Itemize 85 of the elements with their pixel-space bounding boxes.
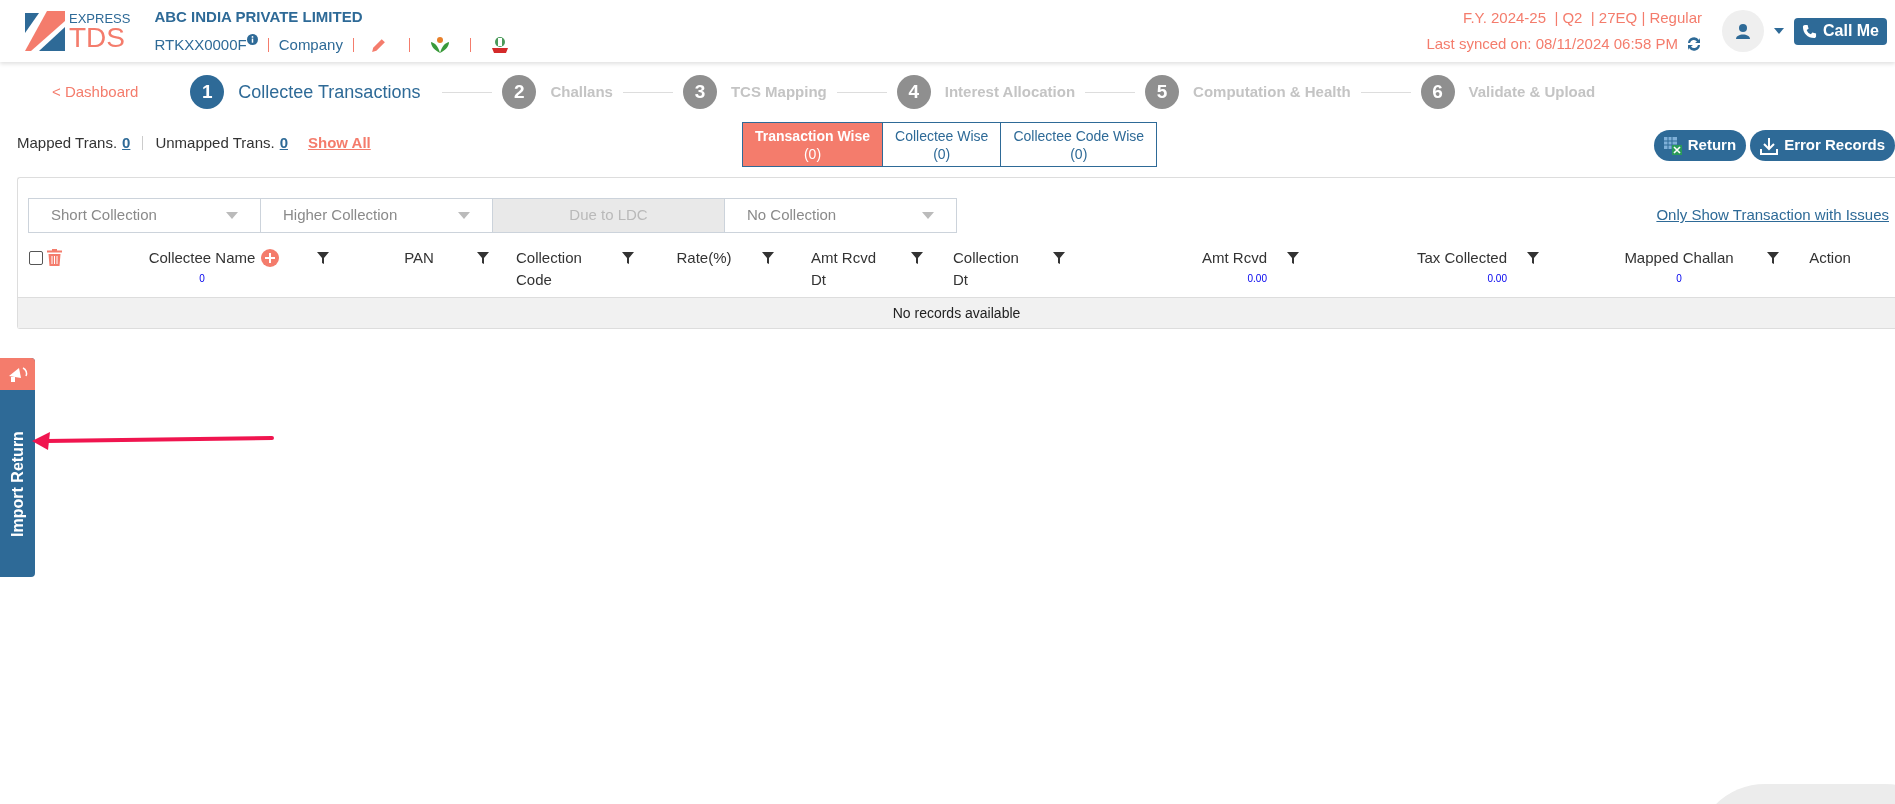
filter-icon[interactable]: [1053, 252, 1065, 264]
step-label: Challans: [550, 81, 613, 102]
return-info: F.Y. 2024-25 | Q2 | 27EQ | Regular: [1462, 8, 1702, 28]
dashboard-link[interactable]: < Dashboard: [52, 80, 139, 104]
step-label: Validate & Upload: [1468, 81, 1596, 102]
logo-text: EXPRESS: [69, 11, 131, 25]
logo-mark-icon: [25, 11, 65, 51]
excel-icon: [1663, 136, 1682, 155]
caret-icon: [458, 212, 470, 219]
error-records-button[interactable]: Error Records: [1750, 130, 1895, 161]
step-tab[interactable]: 6 Validate & Upload: [1420, 75, 1596, 109]
column-total: 0: [1676, 272, 1682, 286]
filter-icon[interactable]: [911, 252, 923, 264]
view-tab[interactable]: Collectee Code Wise (0): [1001, 122, 1158, 167]
issues-filter-link[interactable]: Only Show Transaction with Issues: [1656, 204, 1889, 227]
show-all-link[interactable]: Show All: [308, 132, 371, 155]
column-header: Mapped Challan: [1624, 248, 1734, 268]
pencil-icon[interactable]: [369, 36, 387, 54]
empty-message: No records available: [892, 303, 1021, 323]
unmapped-label: Unmapped Trans.: [155, 133, 275, 153]
filter-icon[interactable]: [622, 252, 634, 264]
caret-icon: [922, 212, 934, 219]
column-header: Tax Collected: [1416, 248, 1507, 268]
call-me-button[interactable]: Call Me: [1794, 17, 1887, 45]
step-number: 4: [896, 75, 931, 109]
filter-icon[interactable]: [477, 252, 489, 264]
step-number: 5: [1145, 75, 1180, 109]
step-number: 2: [502, 75, 537, 109]
logo[interactable]: EXPRESS TDS: [25, 11, 131, 51]
unmapped-count-link[interactable]: 0: [279, 132, 288, 155]
select-all-checkbox[interactable]: [29, 250, 43, 265]
column-header: Amt Rcvd Dt: [811, 248, 877, 290]
step-tab[interactable]: 3 TCS Mapping: [682, 75, 827, 109]
step-label: Interest Allocation: [944, 81, 1076, 102]
user-avatar[interactable]: [1722, 10, 1764, 52]
filter-dropdown[interactable]: Short Collection: [28, 198, 261, 233]
leaf-logo-icon[interactable]: [429, 36, 450, 55]
phone-icon: [1802, 23, 1817, 39]
column-header: PAN: [404, 248, 434, 268]
filter-icon[interactable]: [1287, 252, 1299, 264]
last-synced-text: Last synced on: 08/11/2024 06:58 PM: [1426, 33, 1678, 54]
company-name: ABC INDIA PRIVATE LIMITED: [154, 6, 364, 27]
filter-dropdown[interactable]: No Collection: [724, 198, 957, 233]
step-tab[interactable]: 4 Interest Allocation: [896, 75, 1076, 109]
column-header: Collection Code: [516, 248, 583, 290]
column-header: Rate(%): [676, 248, 732, 268]
step-label: TCS Mapping: [730, 81, 827, 102]
column-header: Collectee Name: [148, 248, 256, 268]
step-tab[interactable]: 5 Computation & Health: [1145, 75, 1351, 109]
filter-dropdown[interactable]: Higher Collection: [260, 198, 493, 233]
tan-number: RTKXX0000F: [154, 35, 247, 55]
entity-type: Company: [278, 35, 343, 55]
logo-text: TDS: [69, 24, 125, 51]
column-header: Action: [1809, 248, 1851, 268]
step-number: 6: [1420, 75, 1455, 109]
caret-icon: [226, 212, 238, 219]
filter-icon[interactable]: [762, 252, 774, 264]
add-icon[interactable]: [261, 249, 280, 267]
mapped-count-link[interactable]: 0: [122, 132, 131, 155]
return-button[interactable]: Return: [1653, 130, 1747, 161]
import-return-tab[interactable]: Import Return: [0, 358, 35, 577]
column-total: 0: [199, 272, 206, 286]
info-icon[interactable]: [246, 34, 258, 45]
emblem-icon[interactable]: [490, 36, 509, 55]
column-total: 0.00: [1487, 272, 1507, 286]
step-label: Computation & Health: [1193, 81, 1351, 102]
download-icon: [1760, 136, 1779, 155]
filter-icon[interactable]: [317, 252, 329, 264]
step-tab[interactable]: 2 Challans: [502, 75, 613, 109]
step-label: Collectee Transactions: [238, 80, 421, 104]
user-icon: [1735, 23, 1751, 39]
column-header: Collection Dt: [953, 248, 1020, 290]
filter-icon[interactable]: [1527, 252, 1539, 264]
mapped-label: Mapped Trans.: [17, 133, 118, 153]
step-number: 3: [682, 75, 717, 109]
column-total: 0.00: [1247, 272, 1267, 286]
step-tab[interactable]: 1 Collectee Transactions: [190, 75, 433, 109]
caret-icon[interactable]: [1774, 28, 1784, 34]
view-tab[interactable]: Transaction Wise (0): [742, 122, 884, 167]
refresh-icon[interactable]: [1686, 35, 1702, 52]
step-number: 1: [190, 75, 225, 109]
view-tab[interactable]: Collectee Wise (0): [883, 122, 1002, 167]
import-return-label: Import Return: [7, 430, 27, 537]
filter-icon[interactable]: [1767, 252, 1779, 264]
column-header: Amt Rcvd: [1202, 248, 1267, 268]
